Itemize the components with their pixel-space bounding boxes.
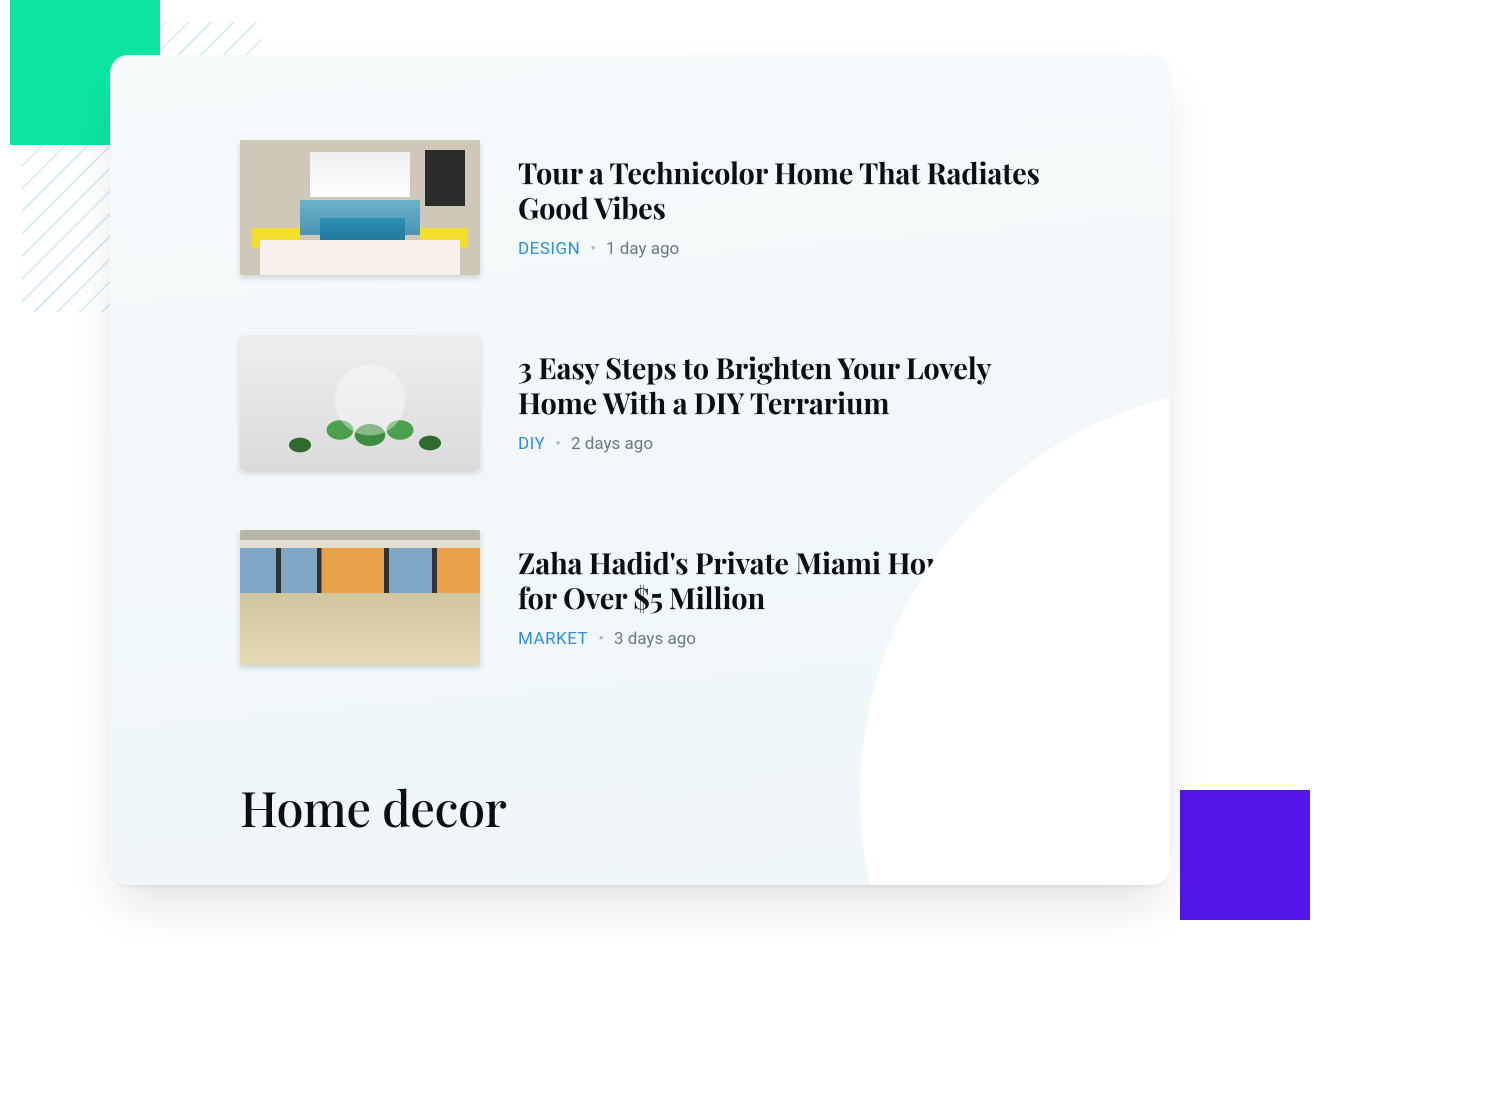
article-thumbnail[interactable]	[240, 530, 480, 665]
meta-separator: •	[590, 239, 596, 259]
list-item[interactable]: 3 Easy Steps to Brighten Your Lovely Hom…	[240, 335, 1110, 470]
meta-separator: •	[555, 434, 561, 454]
article-category[interactable]: DESIGN	[518, 239, 580, 259]
article-age: 1 day ago	[606, 239, 679, 259]
article-age: 3 days ago	[614, 629, 696, 649]
decorative-square-purple	[1180, 790, 1310, 920]
article-title[interactable]: 3 Easy Steps to Brighten Your Lovely Hom…	[518, 351, 1058, 421]
article-text: 3 Easy Steps to Brighten Your Lovely Hom…	[518, 351, 1058, 455]
meta-separator: •	[598, 629, 604, 649]
list-item[interactable]: Tour a Technicolor Home That Radiates Go…	[240, 140, 1110, 275]
article-meta: DESIGN • 1 day ago	[518, 239, 1058, 259]
article-thumbnail[interactable]	[240, 140, 480, 275]
article-category[interactable]: DIY	[518, 434, 545, 454]
article-category[interactable]: MARKET	[518, 629, 588, 649]
content-card: Tour a Technicolor Home That Radiates Go…	[110, 55, 1170, 885]
section-title: Home decor	[240, 775, 506, 840]
article-text: Tour a Technicolor Home That Radiates Go…	[518, 156, 1058, 260]
article-title[interactable]: Tour a Technicolor Home That Radiates Go…	[518, 156, 1058, 226]
article-meta: DIY • 2 days ago	[518, 434, 1058, 454]
article-thumbnail[interactable]	[240, 335, 480, 470]
article-age: 2 days ago	[571, 434, 653, 454]
